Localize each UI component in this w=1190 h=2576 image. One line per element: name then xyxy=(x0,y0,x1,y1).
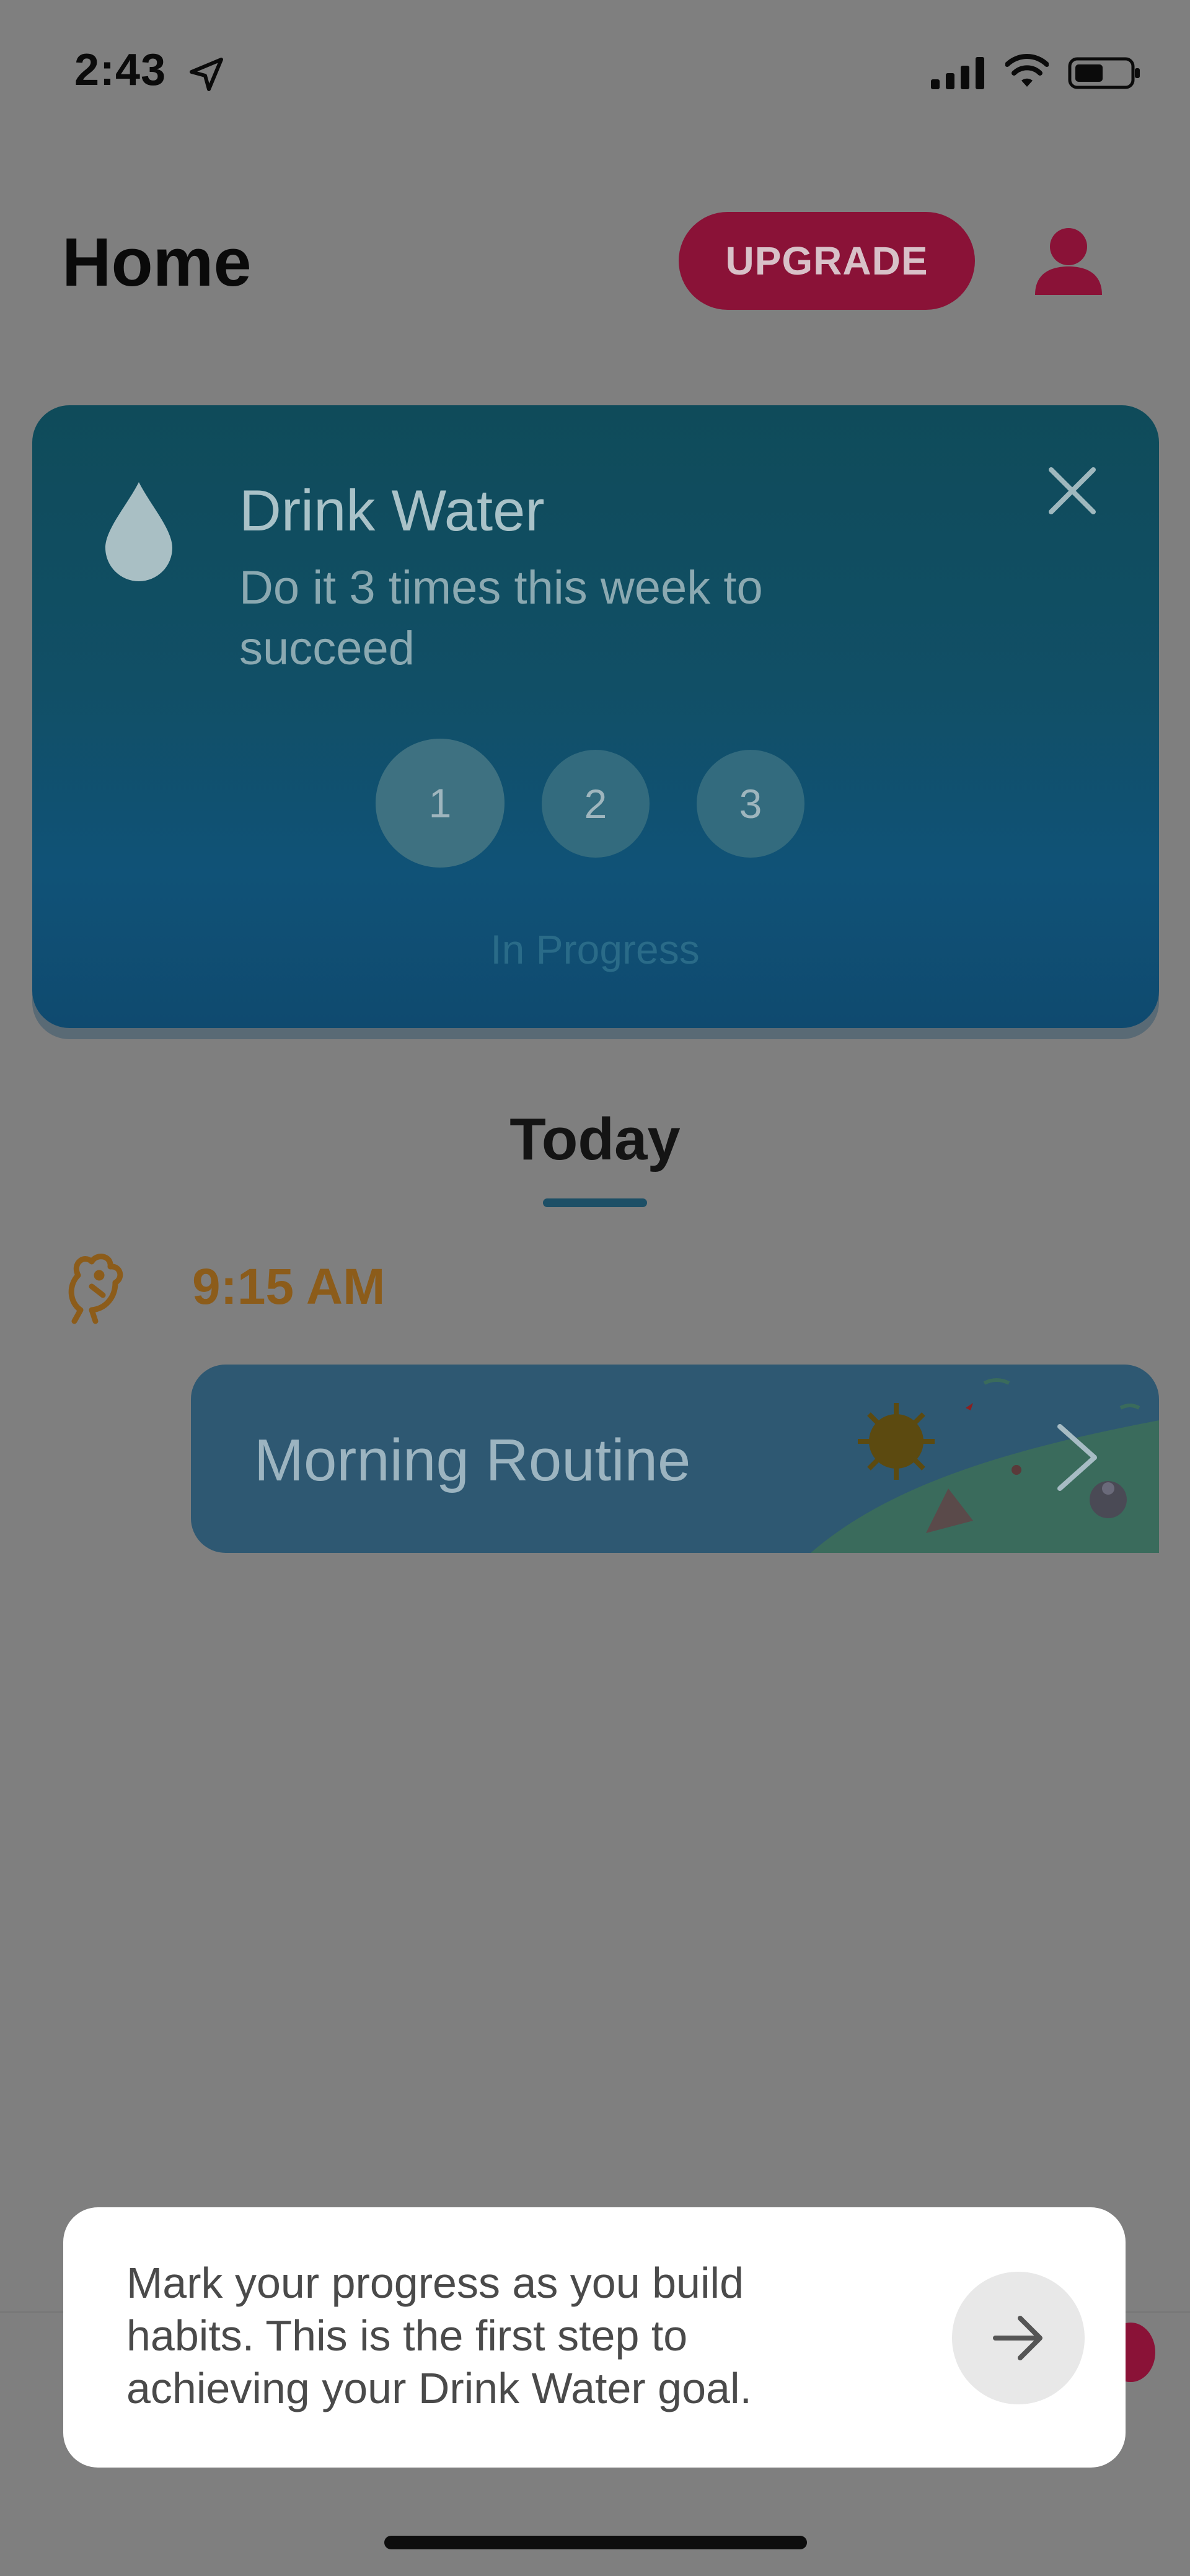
user-profile-icon[interactable] xyxy=(1033,226,1104,295)
next-button[interactable] xyxy=(952,2272,1085,2404)
status-time: 2:43 xyxy=(74,45,167,95)
wifi-icon xyxy=(1005,54,1049,87)
location-arrow-icon xyxy=(190,58,223,91)
routine-label: Morning Routine xyxy=(254,1427,691,1493)
progress-step-2[interactable]: 2 xyxy=(542,750,650,858)
upgrade-button[interactable]: UPGRADE xyxy=(679,212,975,310)
today-section-title: Today xyxy=(509,1106,681,1172)
close-icon[interactable] xyxy=(1046,465,1098,517)
today-underline xyxy=(543,1198,647,1207)
arrow-right-icon xyxy=(993,2316,1042,2360)
tooltip-text: Mark your progress as you build habits. … xyxy=(126,2259,752,2412)
habit-status: In Progress xyxy=(490,926,700,972)
progress-step-3[interactable]: 3 xyxy=(697,750,804,858)
progress-step-1[interactable]: 1 xyxy=(376,739,505,868)
water-drop-icon xyxy=(105,482,172,581)
habit-description: Do it 3 times this week to succeed xyxy=(239,561,763,675)
routine-illustration xyxy=(811,1378,1159,1553)
rooster-icon xyxy=(68,1254,123,1324)
habit-title: Drink Water xyxy=(239,478,545,543)
battery-icon xyxy=(1068,57,1140,89)
routine-time: 9:15 AM xyxy=(192,1259,386,1315)
cellular-signal-icon xyxy=(931,57,984,89)
page-title: Home xyxy=(62,224,252,301)
chevron-right-icon xyxy=(1057,1424,1097,1491)
home-indicator xyxy=(384,2536,807,2549)
